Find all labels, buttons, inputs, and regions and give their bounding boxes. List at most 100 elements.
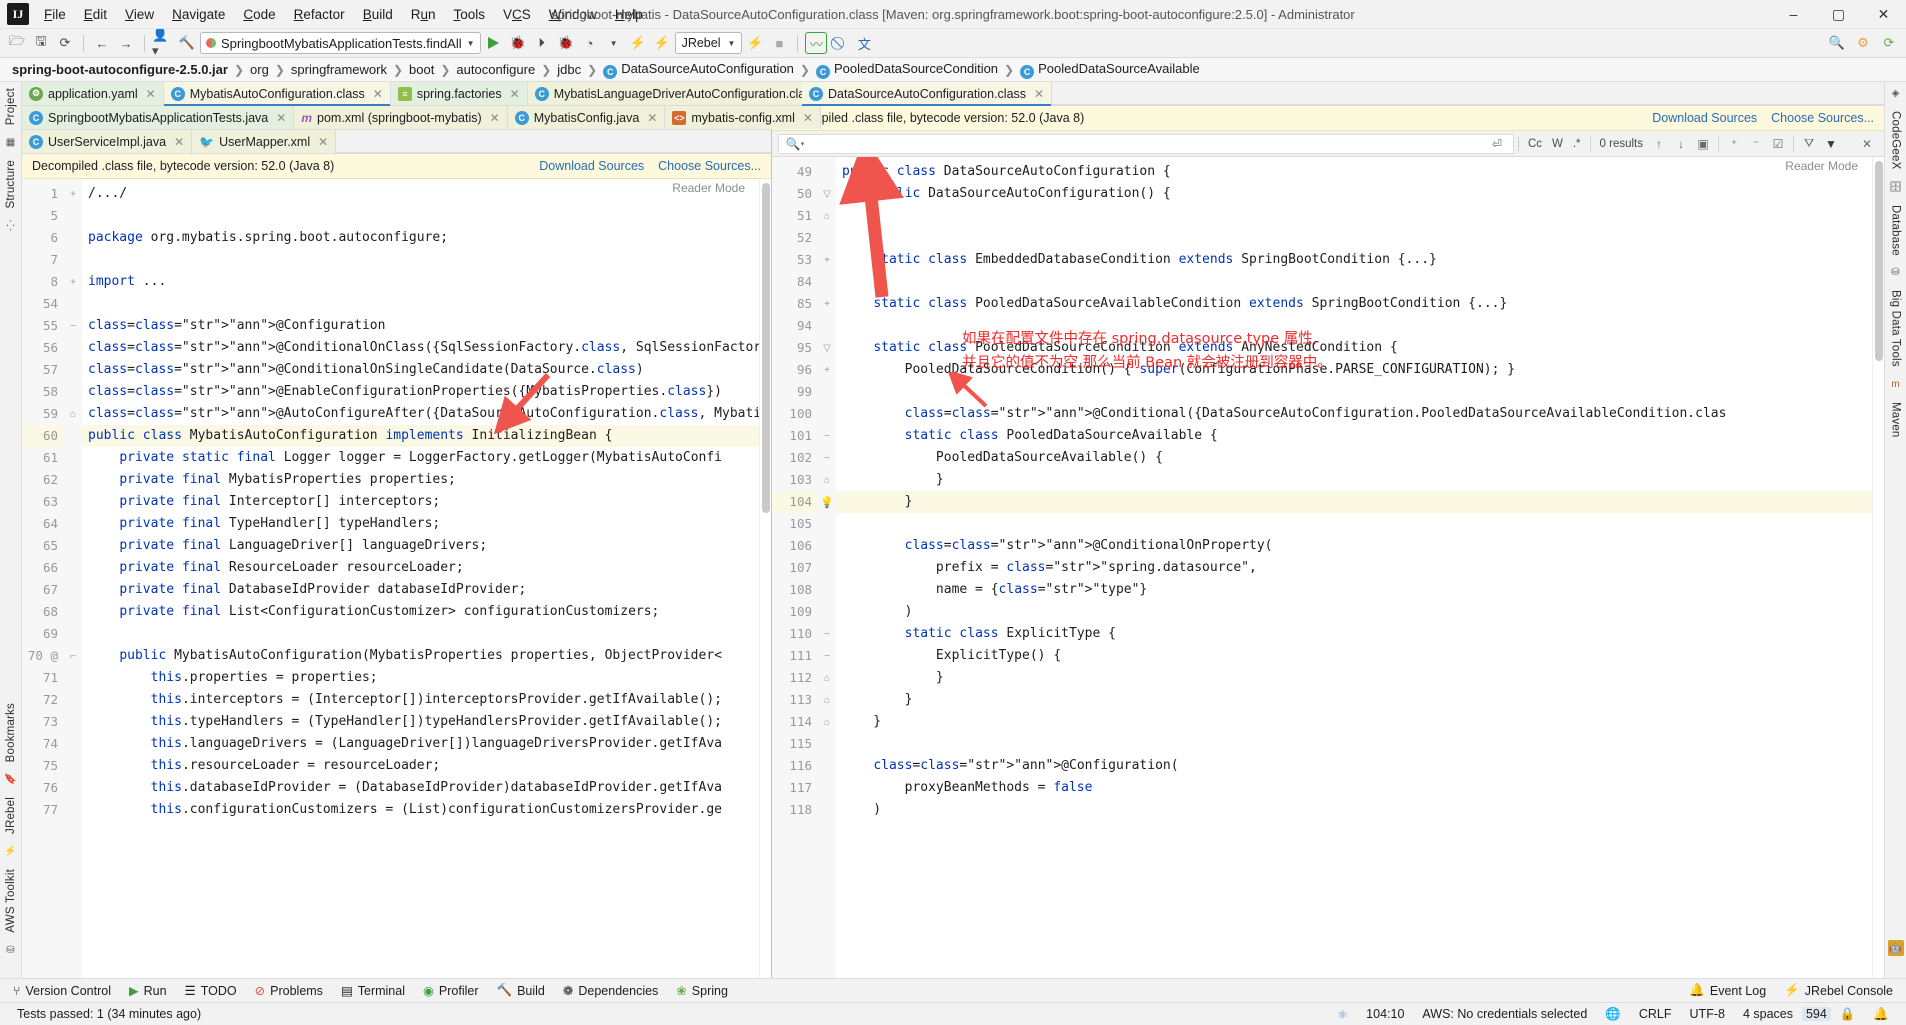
tab-mybatis-config-java[interactable]: C MybatisConfig.java ✕ xyxy=(507,106,666,129)
filter-icon[interactable]: ▼ xyxy=(1820,134,1842,154)
fold-toggle-icon[interactable]: + xyxy=(64,271,82,293)
maven-icon[interactable]: m xyxy=(1891,379,1899,390)
code-line[interactable] xyxy=(836,271,1872,293)
grid-icon[interactable]: ▦ xyxy=(6,137,15,148)
code-line[interactable]: } xyxy=(836,667,1872,689)
coverage-icon[interactable]: ◔ xyxy=(579,32,601,54)
maximize-button[interactable]: ▢ xyxy=(1816,0,1861,29)
search-everywhere-icon[interactable]: 🔍 xyxy=(1826,32,1848,54)
code-line[interactable]: class=class="str">"ann">@ConditionalOnSi… xyxy=(82,359,759,381)
left-code-text[interactable]: /.../ package org.mybatis.spring.boot.aut… xyxy=(82,179,759,978)
tool-button-profiler[interactable]: ◉ Profiler xyxy=(414,983,488,999)
right-code-text[interactable]: public class DataSourceAutoConfiguration… xyxy=(836,157,1872,978)
tab-user-service-impl-java[interactable]: C UserServiceImpl.java ✕ xyxy=(22,130,193,153)
update-icon[interactable]: ⟳ xyxy=(1878,32,1900,54)
code-line[interactable]: this.languageDrivers = (LanguageDriver[]… xyxy=(82,733,759,755)
run-icon[interactable] xyxy=(483,32,505,54)
tab-mybatis-config-xml[interactable]: <> mybatis-config.xml ✕ xyxy=(665,106,821,129)
close-tab-icon[interactable]: ✕ xyxy=(647,111,657,125)
menu-file[interactable]: File xyxy=(35,4,75,25)
tool-window-maven[interactable]: Maven xyxy=(1890,402,1902,438)
robot-icon[interactable]: 🤖 xyxy=(1887,940,1904,956)
whole-words-toggle[interactable]: W xyxy=(1547,138,1568,150)
code-line[interactable]: } xyxy=(836,711,1872,733)
jrebel-debug-icon[interactable]: ⚡ xyxy=(651,32,673,54)
stop-icon[interactable]: ■ xyxy=(768,32,790,54)
menu-help[interactable]: Help xyxy=(606,4,652,25)
left-reader-mode-label[interactable]: Reader Mode xyxy=(672,181,745,195)
prev-match-icon[interactable]: ↑ xyxy=(1648,134,1670,154)
disable-icon[interactable]: ⃠ xyxy=(829,32,851,54)
breadcrumb-item-3[interactable]: boot xyxy=(405,62,438,77)
minimize-button[interactable]: – xyxy=(1771,0,1816,29)
select-all-icon[interactable]: ▣ xyxy=(1692,134,1714,154)
breadcrumb-item-2[interactable]: springframework xyxy=(287,62,391,77)
database-icon[interactable]: 🗄 xyxy=(1889,182,1902,193)
code-line[interactable]: static class EmbeddedDatabaseCondition e… xyxy=(836,249,1872,271)
tool-window-jrebel[interactable]: JRebel xyxy=(5,797,17,834)
globe-icon[interactable]: 🌐 xyxy=(1596,1007,1630,1022)
fold-toggle-icon[interactable]: + xyxy=(818,359,836,381)
code-line[interactable]: prefix = class="str">"spring.datasource"… xyxy=(836,557,1872,579)
attach-icon[interactable]: ⚡ xyxy=(744,32,766,54)
tab-springboot-mybatis-application-tests-java[interactable]: C SpringbootMybatisApplicationTests.java… xyxy=(22,106,295,129)
fold-toggle-icon[interactable]: ▽ xyxy=(818,337,836,359)
code-line[interactable]: PooledDataSourceAvailable() { xyxy=(836,447,1872,469)
breadcrumb-item-7[interactable]: C PooledDataSourceCondition xyxy=(812,61,1002,79)
aws-icon[interactable]: ⛁ xyxy=(6,945,14,956)
menu-edit[interactable]: Edit xyxy=(75,4,116,25)
run-coverage-icon[interactable]: ⏵ xyxy=(531,32,553,54)
line-separator[interactable]: CRLF xyxy=(1630,1007,1681,1021)
code-line[interactable] xyxy=(82,623,759,645)
close-find-icon[interactable]: ✕ xyxy=(1856,134,1878,154)
close-tab-icon[interactable]: ✕ xyxy=(510,87,520,101)
code-line[interactable]: class=class="str">"ann">@AutoConfigureAf… xyxy=(82,403,759,425)
code-line[interactable]: class=class="str">"ann">@ConditionalOnCl… xyxy=(82,337,759,359)
code-line[interactable]: this.configurationCustomizers = (List)co… xyxy=(82,799,759,821)
tool-window-aws-toolkit[interactable]: AWS Toolkit xyxy=(5,869,17,933)
code-line[interactable]: class=class="str">"ann">@EnableConfigura… xyxy=(82,381,759,403)
close-tab-icon[interactable]: ✕ xyxy=(1034,87,1044,101)
tool-button-todo[interactable]: ☰ TODO xyxy=(176,983,246,999)
fold-toggle-icon[interactable]: ⌂ xyxy=(818,205,836,227)
tool-button-event-log[interactable]: 🔔 Event Log xyxy=(1680,983,1775,998)
toggle-line-icon[interactable]: ☑ xyxy=(1767,134,1789,154)
fold-toggle-icon[interactable]: − xyxy=(818,447,836,469)
aws-credentials-status[interactable]: AWS: No credentials selected xyxy=(1413,1007,1596,1021)
code-line[interactable] xyxy=(836,315,1872,337)
code-line[interactable]: class=class="str">"ann">@Configuration( xyxy=(836,755,1872,777)
save-icon[interactable]: 🖫 xyxy=(30,32,52,54)
tool-window-database[interactable]: Database xyxy=(1890,205,1902,256)
profile-run-icon[interactable]: 🐞 xyxy=(555,32,577,54)
code-line[interactable]: this.typeHandlers = (TypeHandler[])typeH… xyxy=(82,711,759,733)
indent-setting[interactable]: 4 spaces xyxy=(1734,1007,1802,1021)
tool-window-codegeex[interactable]: CodeGeeX xyxy=(1890,111,1902,170)
tool-window-bookmarks[interactable]: Bookmarks xyxy=(5,703,17,762)
close-tab-icon[interactable]: ✕ xyxy=(146,87,156,101)
close-button[interactable]: ✕ xyxy=(1861,0,1906,29)
breadcrumb-item-8[interactable]: C PooledDataSourceAvailable xyxy=(1016,61,1204,79)
right-scrollbar[interactable] xyxy=(1872,157,1884,978)
back-arrow-icon[interactable]: ← xyxy=(91,32,113,54)
code-line[interactable]: private final Interceptor[] interceptors… xyxy=(82,491,759,513)
right-reader-mode-label[interactable]: Reader Mode xyxy=(1785,159,1858,173)
menu-navigate[interactable]: Navigate xyxy=(163,4,234,25)
code-line[interactable]: private final ResourceLoader resourceLoa… xyxy=(82,557,759,579)
close-tab-icon[interactable]: ✕ xyxy=(373,87,383,101)
left-scroll-thumb[interactable] xyxy=(762,183,770,513)
caret-position[interactable]: 104:10 xyxy=(1357,1007,1413,1021)
close-tab-icon[interactable]: ✕ xyxy=(318,135,328,149)
choose-sources-link[interactable]: Choose Sources... xyxy=(658,159,761,173)
choose-sources-link[interactable]: Choose Sources... xyxy=(1771,111,1874,125)
monitor-icon[interactable]: 〰 xyxy=(805,32,828,54)
code-line[interactable]: private final DatabaseIdProvider databas… xyxy=(82,579,759,601)
chevron-down-icon[interactable]: ▼ xyxy=(603,32,625,54)
fold-toggle-icon[interactable]: ⌐ xyxy=(64,645,82,667)
code-line[interactable]: } xyxy=(836,469,1872,491)
regex-toggle[interactable]: .* xyxy=(1568,138,1586,150)
tab-pom-xml[interactable]: m pom.xml (springboot-mybatis) ✕ xyxy=(294,106,508,129)
breadcrumb-item-4[interactable]: autoconfigure xyxy=(452,62,539,77)
fold-toggle-icon[interactable]: ⌂ xyxy=(818,667,836,689)
code-line[interactable]: this.databaseIdProvider = (DatabaseIdPro… xyxy=(82,777,759,799)
code-line[interactable] xyxy=(82,293,759,315)
